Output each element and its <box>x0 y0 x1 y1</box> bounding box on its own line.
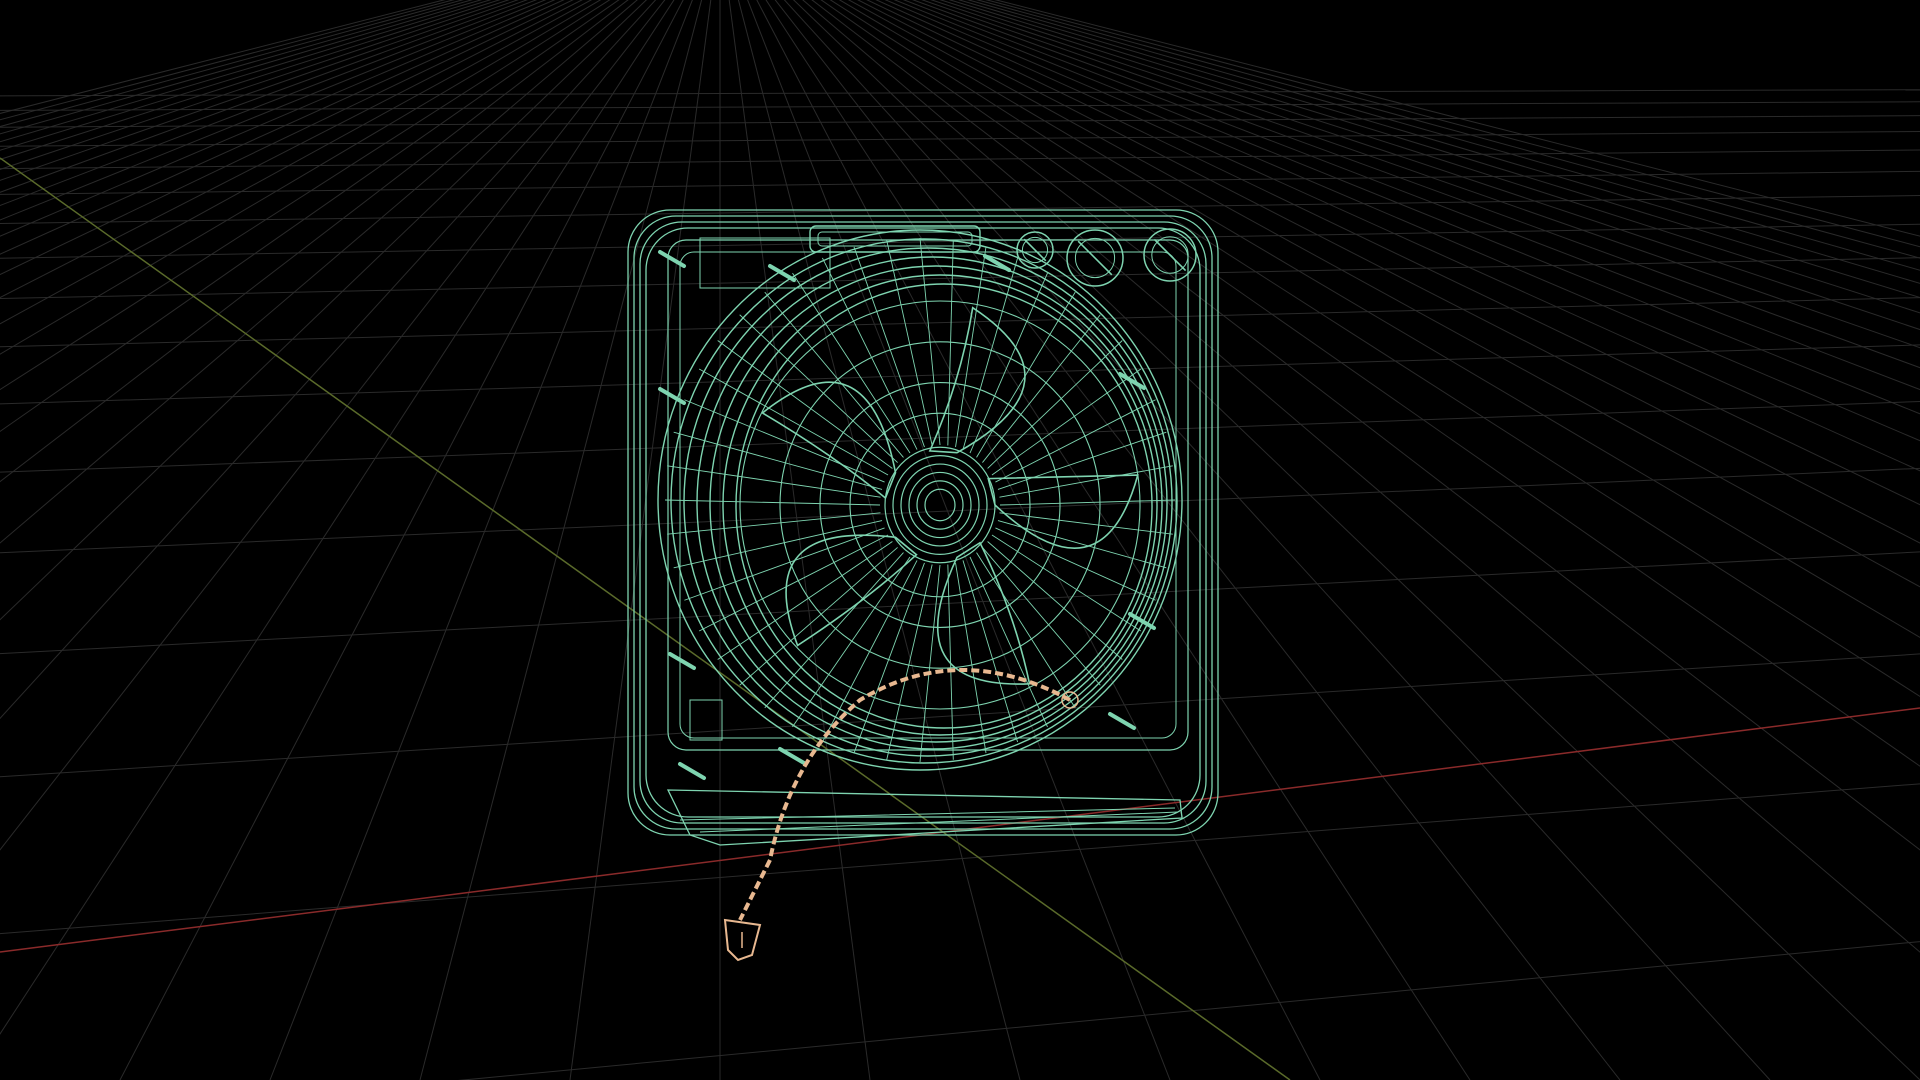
grid-line <box>875 0 1920 472</box>
grille-spoke <box>962 257 1019 450</box>
grid-line <box>0 0 538 207</box>
grille-spoke <box>969 272 1048 454</box>
grid-line <box>0 0 675 1035</box>
fan-hub <box>900 463 980 547</box>
fan-hub <box>916 480 964 530</box>
grid-line <box>820 0 1920 767</box>
control-knob <box>1077 240 1113 276</box>
grille-spoke <box>673 520 883 569</box>
grille-spoke <box>667 465 881 498</box>
grid-line <box>866 0 1920 506</box>
grid-line <box>774 0 1621 1080</box>
grille-spoke <box>999 465 1173 498</box>
screw <box>658 250 686 268</box>
grid-line <box>0 0 657 720</box>
grid-line <box>783 0 1771 1080</box>
grid-line <box>792 0 1920 1080</box>
grille-spoke <box>982 547 1101 686</box>
grid-line <box>0 257 1920 300</box>
grid-line <box>829 0 1920 698</box>
grid-line <box>902 0 1920 391</box>
grid-line <box>0 0 638 544</box>
grille-spoke <box>717 541 893 660</box>
grille-ring <box>819 382 1061 628</box>
grid-line <box>985 0 1920 248</box>
grille-spoke <box>991 534 1142 632</box>
grid-line <box>912 0 1920 369</box>
fan-blade <box>785 534 918 647</box>
x-axis-line <box>0 707 1920 953</box>
grid-line <box>0 344 1920 405</box>
grille-spoke <box>947 240 954 446</box>
grille-spoke <box>997 431 1167 490</box>
grid-line <box>737 0 1021 1080</box>
fan-blade <box>928 306 1026 454</box>
world-axes <box>0 157 1920 1080</box>
grille-spoke <box>969 556 1048 728</box>
grille-spoke <box>919 564 941 763</box>
screw <box>678 762 706 780</box>
grille-spoke <box>999 512 1173 535</box>
grid-line <box>0 0 611 391</box>
grid-line <box>765 0 1471 1080</box>
grille-spoke <box>684 527 885 601</box>
grille-spoke <box>792 272 911 454</box>
grille-ring <box>696 256 1168 750</box>
grid-line <box>457 941 1920 1080</box>
screw <box>668 652 696 670</box>
fan-hub <box>892 455 988 555</box>
grid-line <box>119 0 684 1080</box>
housing-outline <box>633 215 1213 830</box>
grid-line <box>0 0 528 193</box>
grid-line <box>966 0 1920 271</box>
grille-spoke <box>792 556 911 728</box>
grid-line <box>0 0 464 128</box>
grid-line <box>811 0 1920 851</box>
grid-line <box>0 0 629 483</box>
grid-line <box>0 0 492 151</box>
grid-line <box>0 0 620 433</box>
grille-ring <box>735 283 1153 729</box>
grid-line <box>0 401 1920 473</box>
vent-detail <box>689 699 723 741</box>
grid-line <box>0 0 574 276</box>
grid-line <box>838 0 1920 639</box>
grid-line <box>0 0 648 621</box>
fan-hub <box>924 488 956 522</box>
viewport-canvas[interactable] <box>0 0 1920 1080</box>
box-fan-wireframe[interactable] <box>627 209 1219 846</box>
grid-line <box>847 0 1920 588</box>
grid-line <box>0 297 1920 348</box>
grid-line <box>0 0 501 160</box>
grille-ring <box>779 341 1101 669</box>
grille-spoke <box>822 560 918 743</box>
screw <box>778 747 806 765</box>
grille-spoke <box>667 512 881 535</box>
grille-spoke <box>739 314 898 463</box>
fan-hub <box>908 471 972 539</box>
3d-viewport[interactable] <box>0 0 1920 1080</box>
grid-line <box>0 101 1920 111</box>
grille-spoke <box>764 552 904 709</box>
grille-spoke <box>853 562 925 754</box>
grille-spoke <box>995 399 1156 483</box>
grille-ring <box>670 238 1178 764</box>
grid-line <box>0 551 1920 655</box>
grid-line <box>802 0 1920 953</box>
grid-line <box>0 0 593 325</box>
grid-line <box>0 783 1920 935</box>
grid-line <box>0 0 483 143</box>
grid-line <box>0 115 1920 128</box>
grid-line <box>0 0 556 237</box>
grid-line <box>0 170 1920 195</box>
grid-line <box>857 0 1920 544</box>
grid-line <box>976 0 1920 259</box>
z-axis-line <box>0 157 1291 1080</box>
grid-line <box>994 0 1920 237</box>
grid-line <box>0 0 474 135</box>
grid-line <box>0 0 519 181</box>
